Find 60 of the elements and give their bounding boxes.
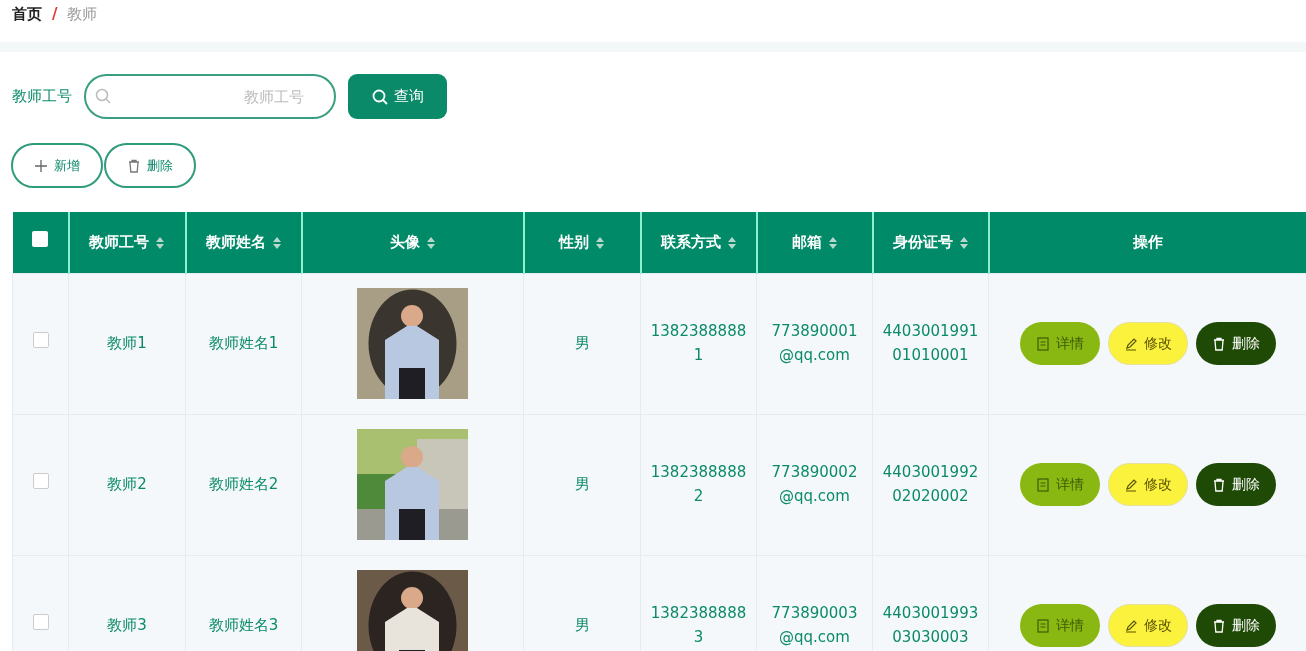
- table-cell: 男: [574, 474, 590, 493]
- column-header: 操作: [988, 212, 1306, 273]
- column-header[interactable]: 教师工号: [68, 212, 186, 273]
- detail-button[interactable]: 详情: [1019, 463, 1100, 506]
- select-all-checkbox[interactable]: [32, 231, 48, 247]
- search-button[interactable]: 查询: [348, 74, 447, 119]
- table-cell-text: 13823888881: [649, 321, 748, 366]
- breadcrumb-item[interactable]: 首页: [12, 3, 42, 42]
- table-cell: 教师姓名3: [208, 615, 279, 634]
- document-icon: [1035, 477, 1050, 492]
- breadcrumb-separator: /: [52, 4, 58, 25]
- table-cell: 教师2: [107, 474, 147, 493]
- edit-button[interactable]: 修改: [1107, 463, 1188, 506]
- pencil-icon: [1123, 618, 1138, 633]
- table-cell-text: 773890002@qq.com: [770, 462, 859, 507]
- edit-button[interactable]: 修改: [1107, 322, 1188, 365]
- detail-button[interactable]: 详情: [1019, 604, 1100, 647]
- table-cell-text: 773890001@qq.com: [770, 321, 859, 366]
- breadcrumb-item: 教师: [67, 4, 98, 25]
- table-cell-text: 440300199303030003: [881, 603, 980, 648]
- delete-button[interactable]: 删除: [1195, 463, 1276, 506]
- table-cell-text: 440300199101010001: [881, 321, 980, 366]
- table-cell: 教师3: [107, 615, 147, 634]
- trash-icon: [1211, 618, 1226, 633]
- column-header[interactable]: 身份证号: [872, 212, 989, 273]
- row-checkbox[interactable]: [32, 331, 49, 348]
- column-header[interactable]: 联系方式: [640, 212, 757, 273]
- table-cell-text: 13823888882: [649, 462, 748, 507]
- document-icon: [1035, 618, 1050, 633]
- table-cell: 教师姓名2: [208, 474, 279, 493]
- column-header[interactable]: 头像: [301, 212, 524, 273]
- detail-button[interactable]: 详情: [1019, 322, 1100, 365]
- column-header[interactable]: 性别: [523, 212, 641, 273]
- table-cell-text: 440300199202020002: [881, 462, 980, 507]
- delete-button[interactable]: 删除: [1195, 322, 1276, 365]
- table-cell: 男: [574, 333, 590, 352]
- trash-icon: [1211, 336, 1226, 351]
- table-cell-text: 13823888883: [649, 603, 748, 648]
- pencil-icon: [1123, 477, 1138, 492]
- column-header[interactable]: 邮箱: [756, 212, 873, 273]
- trash-icon: [1211, 477, 1226, 492]
- search-label: 教师工号: [12, 86, 72, 108]
- table-cell: 教师姓名1: [208, 333, 279, 352]
- trash-icon: [127, 158, 141, 173]
- delete-button[interactable]: 删除: [1195, 604, 1276, 647]
- table-cell: 男: [574, 615, 590, 634]
- search-icon: [371, 88, 388, 105]
- search-icon: [95, 88, 111, 104]
- plus-icon: [34, 158, 48, 173]
- table-cell: 教师1: [107, 333, 147, 352]
- row-checkbox[interactable]: [32, 472, 49, 489]
- pencil-icon: [1123, 336, 1138, 351]
- delete-button[interactable]: 删除: [104, 143, 196, 188]
- edit-button[interactable]: 修改: [1107, 604, 1188, 647]
- table-cell-text: 773890003@qq.com: [770, 603, 859, 648]
- column-header[interactable]: 教师姓名: [185, 212, 302, 273]
- search-field[interactable]: 教师工号: [84, 74, 336, 119]
- row-checkbox[interactable]: [32, 613, 49, 630]
- document-icon: [1035, 336, 1050, 351]
- add-button[interactable]: 新增: [11, 143, 103, 188]
